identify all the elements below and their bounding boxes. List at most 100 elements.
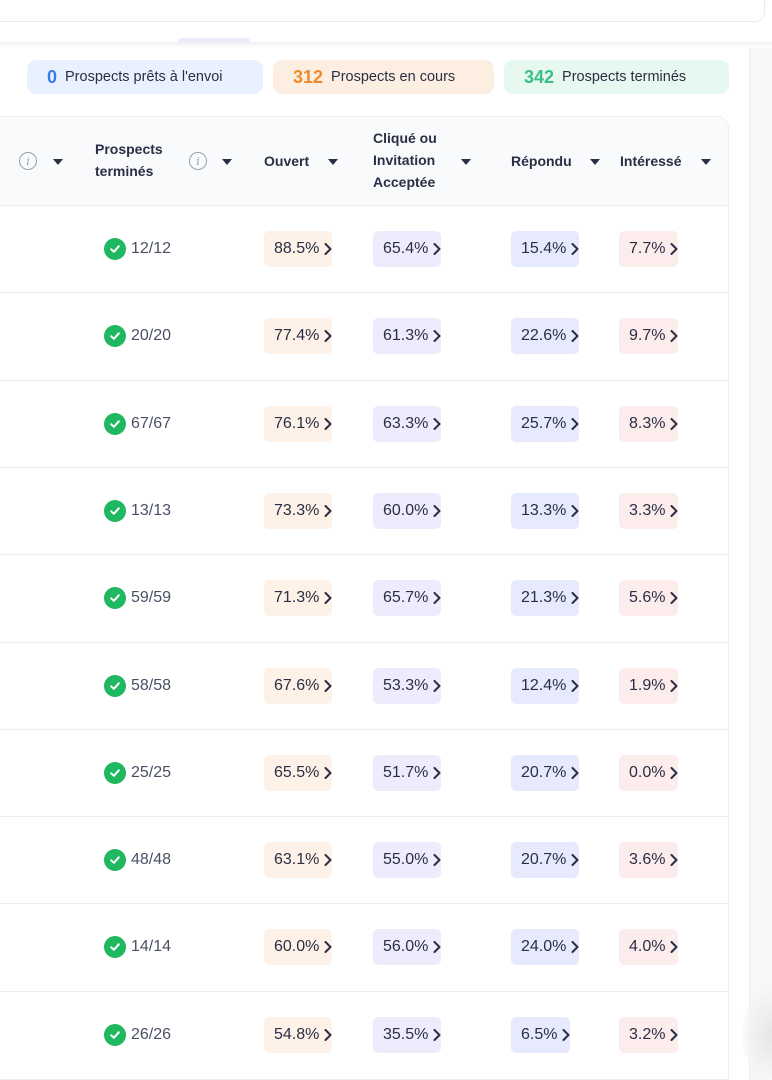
- ready-count: 0: [47, 66, 58, 87]
- clicked-rate-button[interactable]: 63.3%: [373, 405, 442, 442]
- clicked-rate-button[interactable]: 53.3%: [373, 667, 442, 704]
- replied-rate-button[interactable]: 25.7%: [511, 405, 580, 442]
- scroll-gutter[interactable]: [750, 48, 772, 1080]
- replied-rate-button[interactable]: 20.7%: [511, 842, 580, 879]
- column-header-replied[interactable]: Répondu: [511, 150, 572, 172]
- sort-caret-icon[interactable]: [222, 159, 232, 165]
- interested-rate-button[interactable]: 4.0%: [619, 929, 679, 966]
- chevron-right-icon: [571, 330, 579, 343]
- replied-rate: 15.4%: [521, 240, 567, 257]
- table-row[interactable]: 67/67 76.1% 63.3% 25.7% 8.3%: [0, 379, 728, 467]
- ready-label: Prospects prêts à l'envoi: [65, 69, 223, 85]
- chevron-right-icon: [670, 243, 678, 255]
- replied-rate-button[interactable]: 6.5%: [511, 1016, 571, 1053]
- finished-value: 25/25: [131, 763, 172, 781]
- column-header-clicked[interactable]: Cliqué ou Invitation Acceptée: [373, 127, 453, 193]
- interested-rate-button[interactable]: 9.7%: [619, 318, 679, 355]
- opened-rate-button[interactable]: 71.3%: [264, 580, 333, 617]
- table-row[interactable]: 14/14 60.0% 56.0% 24.0% 4.0%: [0, 903, 728, 990]
- status-pill-in-progress[interactable]: 312 Prospects en cours: [273, 60, 494, 94]
- interested-rate-button[interactable]: 3.6%: [619, 842, 679, 879]
- table-row[interactable]: 58/58 67.6% 53.3% 12.4% 1.9%: [0, 641, 728, 729]
- table-row[interactable]: 20/20 77.4% 61.3% 22.6% 9.7%: [0, 292, 728, 379]
- interested-rate-button[interactable]: 0.0%: [619, 754, 679, 791]
- chevron-right-icon: [324, 504, 332, 517]
- clicked-rate-button[interactable]: 51.7%: [373, 754, 442, 791]
- table-row[interactable]: 12/12 88.5% 65.4% 15.4% 7.7%: [0, 205, 728, 292]
- chevron-right-icon: [324, 1028, 332, 1041]
- status-pill-finished[interactable]: 342 Prospects terminés: [504, 60, 729, 94]
- table-row[interactable]: 26/26 54.8% 35.5% 6.5% 3.2%: [0, 990, 728, 1078]
- interested-rate: 8.3%: [629, 414, 666, 432]
- chevron-right-icon: [433, 417, 441, 430]
- replied-rate-button[interactable]: 22.6%: [511, 318, 580, 355]
- status-pill-ready[interactable]: 0 Prospects prêts à l'envoi: [27, 60, 263, 94]
- sort-caret-icon[interactable]: [701, 159, 711, 165]
- chevron-right-icon: [571, 854, 579, 867]
- chevron-right-icon: [571, 766, 579, 779]
- check-circle-icon: [104, 325, 126, 348]
- in-progress-label: Prospects en cours: [331, 69, 456, 85]
- interested-rate-button[interactable]: 1.9%: [619, 667, 679, 704]
- replied-rate-button[interactable]: 20.7%: [511, 754, 580, 791]
- table-row[interactable]: 48/48 63.1% 55.0% 20.7% 3.6%: [0, 816, 728, 903]
- opened-rate-button[interactable]: 54.8%: [264, 1016, 333, 1053]
- opened-rate-button[interactable]: 73.3%: [264, 492, 333, 529]
- chevron-right-icon: [670, 766, 678, 779]
- clicked-rate-button[interactable]: 65.7%: [373, 580, 442, 617]
- opened-rate-button[interactable]: 60.0%: [264, 929, 333, 966]
- column-header-finished[interactable]: Prospects terminés: [95, 138, 175, 182]
- interested-rate-button[interactable]: 7.7%: [619, 231, 679, 267]
- table-row[interactable]: 25/25 65.5% 51.7% 20.7% 0.0%: [0, 728, 728, 816]
- clicked-rate: 60.0%: [383, 501, 429, 519]
- table-row[interactable]: 13/13 73.3% 60.0% 13.3% 3.3%: [0, 466, 728, 554]
- info-icon[interactable]: i: [189, 152, 207, 170]
- check-circle-icon: [104, 674, 126, 697]
- chevron-right-icon: [324, 243, 332, 255]
- interested-rate-button[interactable]: 8.3%: [619, 405, 679, 442]
- sort-caret-icon[interactable]: [53, 159, 63, 165]
- finished-cell: 12/12: [104, 238, 171, 260]
- opened-rate-button[interactable]: 63.1%: [264, 842, 333, 879]
- clicked-rate-button[interactable]: 35.5%: [373, 1016, 442, 1053]
- opened-rate: 63.1%: [274, 851, 320, 869]
- opened-rate-button[interactable]: 77.4%: [264, 318, 333, 355]
- clicked-rate-button[interactable]: 60.0%: [373, 492, 442, 529]
- opened-rate-button[interactable]: 67.6%: [264, 667, 333, 704]
- interested-rate-button[interactable]: 3.3%: [619, 492, 679, 529]
- column-header-interested[interactable]: Intéressé: [620, 150, 681, 172]
- replied-rate-button[interactable]: 24.0%: [511, 929, 580, 966]
- interested-rate-button[interactable]: 5.6%: [619, 580, 679, 617]
- column-header-opened[interactable]: Ouvert: [264, 150, 309, 172]
- interested-rate-button[interactable]: 3.2%: [619, 1016, 679, 1053]
- check-circle-icon: [104, 1023, 126, 1046]
- chevron-right-icon: [571, 504, 579, 517]
- replied-rate-button[interactable]: 12.4%: [511, 667, 580, 704]
- clicked-rate-button[interactable]: 56.0%: [373, 929, 442, 966]
- chevron-right-icon: [562, 1028, 570, 1041]
- top-bar: [0, 0, 772, 48]
- opened-rate-button[interactable]: 65.5%: [264, 754, 333, 791]
- opened-rate: 60.0%: [274, 938, 320, 956]
- replied-rate-button[interactable]: 15.4%: [511, 231, 580, 267]
- replied-rate-button[interactable]: 13.3%: [511, 492, 580, 529]
- chevron-right-icon: [433, 1028, 441, 1041]
- opened-rate: 65.5%: [274, 763, 320, 781]
- opened-rate: 77.4%: [274, 327, 320, 345]
- chevron-right-icon: [571, 941, 579, 954]
- replied-rate-button[interactable]: 21.3%: [511, 580, 580, 617]
- finished-value: 12/12: [131, 240, 172, 257]
- clicked-rate-button[interactable]: 55.0%: [373, 842, 442, 879]
- opened-rate-button[interactable]: 88.5%: [264, 231, 333, 267]
- table-row[interactable]: 59/59 71.3% 65.7% 21.3% 5.6%: [0, 554, 728, 641]
- clicked-rate: 65.7%: [383, 589, 429, 607]
- info-icon[interactable]: i: [19, 152, 37, 170]
- sort-caret-icon[interactable]: [328, 159, 338, 165]
- opened-rate-button[interactable]: 76.1%: [264, 405, 333, 442]
- finished-cell: 13/13: [104, 499, 171, 522]
- clicked-rate-button[interactable]: 65.4%: [373, 231, 442, 267]
- sort-caret-icon[interactable]: [590, 159, 600, 165]
- sort-caret-icon[interactable]: [461, 159, 471, 165]
- clicked-rate-button[interactable]: 61.3%: [373, 318, 442, 355]
- chevron-right-icon: [571, 243, 579, 255]
